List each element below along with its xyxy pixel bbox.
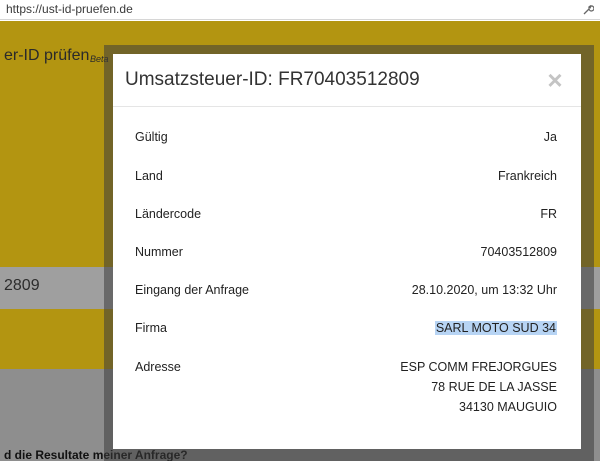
url-text[interactable]: https://ust-id-pruefen.de	[6, 2, 133, 16]
row-label: Land	[135, 169, 163, 183]
row-value: 70403512809	[480, 245, 557, 259]
vat-result-modal: Umsatzsteuer-ID: FR70403512809 × Gültig …	[113, 54, 581, 449]
row-value: Frankreich	[497, 169, 557, 183]
browser-url-bar[interactable]: https://ust-id-pruefen.de	[0, 0, 600, 20]
wrench-icon[interactable]	[582, 4, 594, 16]
page-title: er-ID prüfen	[4, 47, 90, 64]
row-label: Firma	[135, 321, 167, 335]
address-line: 78 RUE DE LA JASSE	[431, 380, 557, 394]
row-label: Ländercode	[135, 207, 202, 221]
address-line: 34130 MAUGUIO	[459, 400, 557, 414]
modal-title: Umsatzsteuer-ID: FR70403512809	[125, 69, 420, 90]
company-name-selected[interactable]: SARL MOTO SUD 34	[434, 321, 557, 335]
row-label: Nummer	[135, 245, 183, 259]
vat-id-input[interactable]: 2809	[4, 277, 40, 295]
row-value: FR	[540, 207, 557, 221]
row-label: Adresse	[135, 360, 181, 374]
row-label: Gültig	[135, 130, 168, 144]
row-value: 28.10.2020, um 13:32 Uhr	[411, 283, 557, 297]
address-line: ESP COMM FREJORGUES	[400, 360, 557, 374]
modal-header: Umsatzsteuer-ID: FR70403512809 ×	[113, 54, 581, 107]
row-label: Eingang der Anfrage	[135, 283, 249, 297]
row-value: Ja	[543, 130, 557, 144]
close-button[interactable]: ×	[543, 67, 567, 93]
